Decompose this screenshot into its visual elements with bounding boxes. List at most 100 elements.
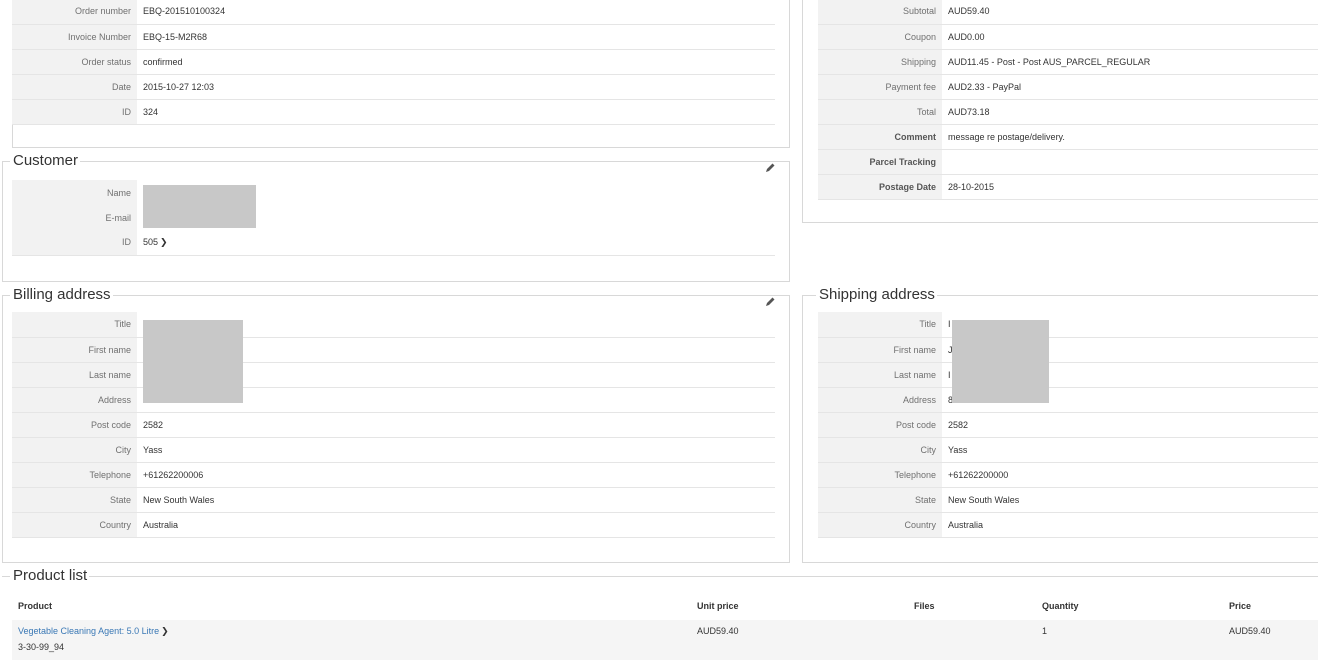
shipping-country-row: Country Australia [818,512,1318,538]
shipping-state-value: New South Wales [942,487,1318,513]
billing-post-code-value: 2582 [137,412,775,438]
shipping-last-name-row: Last name I [818,362,1318,388]
shipping-state-label: State [818,487,942,513]
shipping-fee-value: AUD11.45 - Post - Post AUS_PARCEL_REGULA… [942,49,1318,75]
total-label: Total [818,99,942,125]
billing-first-name-row: First name [12,337,775,363]
billing-state-label: State [12,487,137,513]
shipping-country-label: Country [818,512,942,538]
order-id-label: ID [12,99,137,125]
price-column-header: Price [1229,601,1252,611]
order-id-row: ID 324 [12,99,775,125]
shipping-post-code-value: 2582 [942,412,1318,438]
order-status-value: confirmed [137,49,775,75]
comment-row: Comment message re postage/delivery. [818,124,1318,150]
billing-telephone-row: Telephone +61262200006 [12,462,775,488]
shipping-last-name-label: Last name [818,362,942,388]
parcel-tracking-row: Parcel Tracking [818,149,1318,175]
shipping-redaction [952,320,1049,403]
shipping-fee-label: Shipping [818,49,942,75]
shipping-post-code-label: Post code [818,412,942,438]
customer-id-row: ID 505 ❯ [12,230,775,256]
invoice-number-row: Invoice Number EBQ-15-M2R68 [12,24,775,50]
customer-email-label: E-mail [12,205,137,230]
billing-city-value: Yass [137,437,775,463]
customer-redaction [143,185,256,228]
shipping-city-row: City Yass [818,437,1318,463]
billing-country-label: Country [12,512,137,538]
shipping-title-row: Title I [818,312,1318,338]
billing-country-value: Australia [137,512,775,538]
billing-title-row: Title [12,312,775,338]
billing-address-row: Address [12,387,775,413]
billing-title-label: Title [12,312,137,338]
shipping-country-value: Australia [942,512,1318,538]
customer-email-row: E-mail [12,205,775,230]
shipping-address-legend: Shipping address [816,286,937,304]
product-column-header: Product [18,601,53,611]
invoice-number-label: Invoice Number [12,24,137,50]
product-link[interactable]: Vegetable Cleaning Agent: 5.0 Litre ❯ [18,626,169,637]
shipping-post-code-row: Post code 2582 [818,412,1318,438]
shipping-address-label: Address [818,387,942,413]
coupon-value: AUD0.00 [942,24,1318,50]
unit-price-column-header: Unit price [697,601,739,611]
files-column-header: Files [914,601,935,611]
product-price: AUD59.40 [1229,626,1271,636]
billing-country-row: Country Australia [12,512,775,538]
billing-first-name-label: First name [12,337,137,363]
order-number-row: Order number EBQ-201510100324 [12,0,775,25]
comment-value: message re postage/delivery. [942,124,1318,150]
payment-fee-row: Payment fee AUD2.33 - PayPal [818,74,1318,100]
order-id-value: 324 [137,99,775,125]
customer-id-value: 505 [143,236,159,247]
totals-table: Subtotal AUD59.40 Coupon AUD0.00 Shipping A… [818,0,1318,200]
customer-name-label: Name [12,180,137,205]
subtotal-value: AUD59.40 [942,0,1318,25]
order-date-row: Date 2015-10-27 12:03 [12,74,775,100]
shipping-first-name-label: First name [818,337,942,363]
billing-city-label: City [12,437,137,463]
shipping-state-row: State New South Wales [818,487,1318,513]
shipping-fee-row: Shipping AUD11.45 - Post - Post AUS_PARCE… [818,49,1318,75]
shipping-telephone-value: +61262200000 [942,462,1318,488]
product-name: Vegetable Cleaning Agent: 5.0 Litre [18,626,160,636]
coupon-label: Coupon [818,24,942,50]
billing-last-name-row: Last name [12,362,775,388]
edit-billing-pencil-icon[interactable] [764,296,776,308]
billing-last-name-label: Last name [12,362,137,388]
product-unit-price: AUD59.40 [697,626,739,636]
chevron-right-icon: ❯ [161,626,169,636]
product-list-legend: Product list [10,567,90,585]
order-number-label: Order number [12,0,137,25]
payment-fee-label: Payment fee [818,74,942,100]
shipping-telephone-label: Telephone [818,462,942,488]
coupon-row: Coupon AUD0.00 [818,24,1318,50]
subtotal-label: Subtotal [818,0,942,25]
billing-state-row: State New South Wales [12,487,775,513]
customer-legend: Customer [10,152,81,170]
customer-id-label: ID [12,230,137,256]
billing-redaction [143,320,243,403]
billing-address-legend: Billing address [10,286,113,304]
order-status-label: Order status [12,49,137,75]
billing-post-code-label: Post code [12,412,137,438]
shipping-address-table: Title I First name J Last name I Address 8 P… [818,312,1318,538]
billing-post-code-row: Post code 2582 [12,412,775,438]
subtotal-row: Subtotal AUD59.40 [818,0,1318,25]
invoice-number-value: EBQ-15-M2R68 [137,24,775,50]
postage-date-label: Postage Date [818,174,942,200]
customer-table: Name E-mail ID 505 ❯ [12,180,775,256]
shipping-city-value: Yass [942,437,1318,463]
shipping-address-row: Address 8 [818,387,1318,413]
customer-id-link[interactable]: 505 ❯ [143,237,168,247]
shipping-telephone-row: Telephone +61262200000 [818,462,1318,488]
order-info-table: Order number EBQ-201510100324 Invoice Num… [12,0,775,125]
comment-label: Comment [818,124,942,150]
table-row [12,620,1318,660]
order-date-label: Date [12,74,137,100]
edit-customer-pencil-icon[interactable] [764,162,776,174]
total-row: Total AUD73.18 [818,99,1318,125]
billing-telephone-label: Telephone [12,462,137,488]
product-quantity: 1 [1042,626,1048,636]
